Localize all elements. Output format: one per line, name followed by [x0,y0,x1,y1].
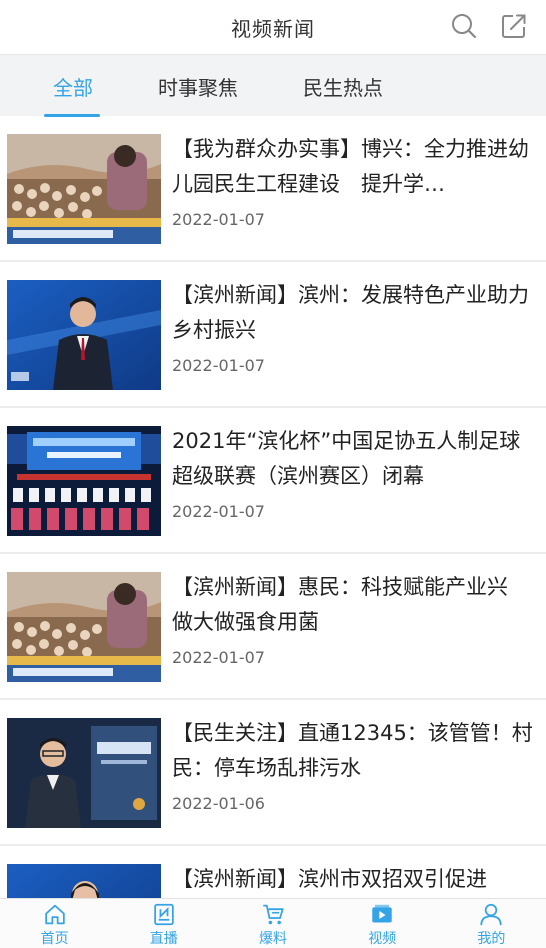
nav-label: 视频 [368,931,397,947]
news-list: 【我为群众办实事】博兴：全力推进幼儿园民生工程建设 提升学… 2022-01-0… [0,116,546,898]
video-icon [372,904,392,923]
tab-label: 时事聚焦 [158,75,238,100]
nav-label: 我的 [477,931,506,947]
news-date: 2022-01-07 [172,648,265,667]
nav-home[interactable]: 首页 [0,899,109,948]
live-icon [154,903,174,926]
video-thumbnail [7,572,161,682]
news-date: 2022-01-06 [172,794,265,813]
category-tabs: 全部 时事聚焦 民生热点 [0,54,546,117]
news-date: 2022-01-07 [172,210,265,229]
video-thumbnail [7,864,161,898]
nav-label: 直播 [149,931,178,947]
tab-label: 民生热点 [303,75,383,100]
news-title: 【滨州新闻】滨州市双招双引促进 [172,867,487,891]
nav-video[interactable]: 视频 [328,899,437,948]
bottom-nav: 首页 直播 爆料 视频 我的 [0,898,546,948]
nav-label: 首页 [40,931,69,947]
nav-live[interactable]: 直播 [109,899,218,948]
tab-label: 全部 [53,75,93,100]
nav-label: 爆料 [259,931,287,947]
video-thumbnail [7,718,161,828]
user-icon [480,903,503,926]
news-date: 2022-01-07 [172,356,265,375]
cart-icon [263,904,284,925]
news-title: 【我为群众办实事】博兴：全力推进幼儿园民生工程建设 提升学… [172,137,529,196]
news-title: 【民生关注】直通12345：该管管！村民：停车场乱排污水 [172,721,533,780]
list-item[interactable]: 【滨州新闻】滨州市双招双引促进 [0,846,546,898]
tab-current-affairs[interactable]: 时事聚焦 [146,55,250,117]
list-item[interactable]: 2021年“滨化杯”中国足协五人制足球超级联赛（滨州赛区）闭幕 2022-01-… [0,408,546,554]
nav-tipoff[interactable]: 爆料 [218,899,327,948]
search-icon[interactable] [450,12,478,44]
video-thumbnail [7,426,161,536]
top-bar: 视频新闻 [0,0,546,54]
list-item[interactable]: 【滨州新闻】滨州：发展特色产业助力乡村振兴 2022-01-07 [0,262,546,408]
page-title: 视频新闻 [231,16,315,41]
news-title: 2021年“滨化杯”中国足协五人制足球超级联赛（滨州赛区）闭幕 [172,429,521,488]
top-bar-actions [450,12,528,44]
share-icon[interactable] [500,12,528,44]
tab-livelihood[interactable]: 民生热点 [250,55,436,117]
video-thumbnail [7,280,161,390]
video-thumbnail [7,134,161,244]
app-root: 视频新闻 全部 时事聚焦 民生热点 【我为群众办实事】博兴：全力推进幼儿园民生工… [0,0,546,948]
nav-me[interactable]: 我的 [437,899,546,948]
list-item[interactable]: 【滨州新闻】惠民：科技赋能产业兴 做大做强食用菌 2022-01-07 [0,554,546,700]
news-date: 2022-01-07 [172,502,265,521]
home-icon [44,904,65,925]
tab-all[interactable]: 全部 [0,55,146,117]
list-item[interactable]: 【民生关注】直通12345：该管管！村民：停车场乱排污水 2022-01-06 [0,700,546,846]
list-item[interactable]: 【我为群众办实事】博兴：全力推进幼儿园民生工程建设 提升学… 2022-01-0… [0,116,546,262]
news-title: 【滨州新闻】惠民：科技赋能产业兴 做大做强食用菌 [172,575,529,634]
news-title: 【滨州新闻】滨州：发展特色产业助力乡村振兴 [172,283,529,342]
